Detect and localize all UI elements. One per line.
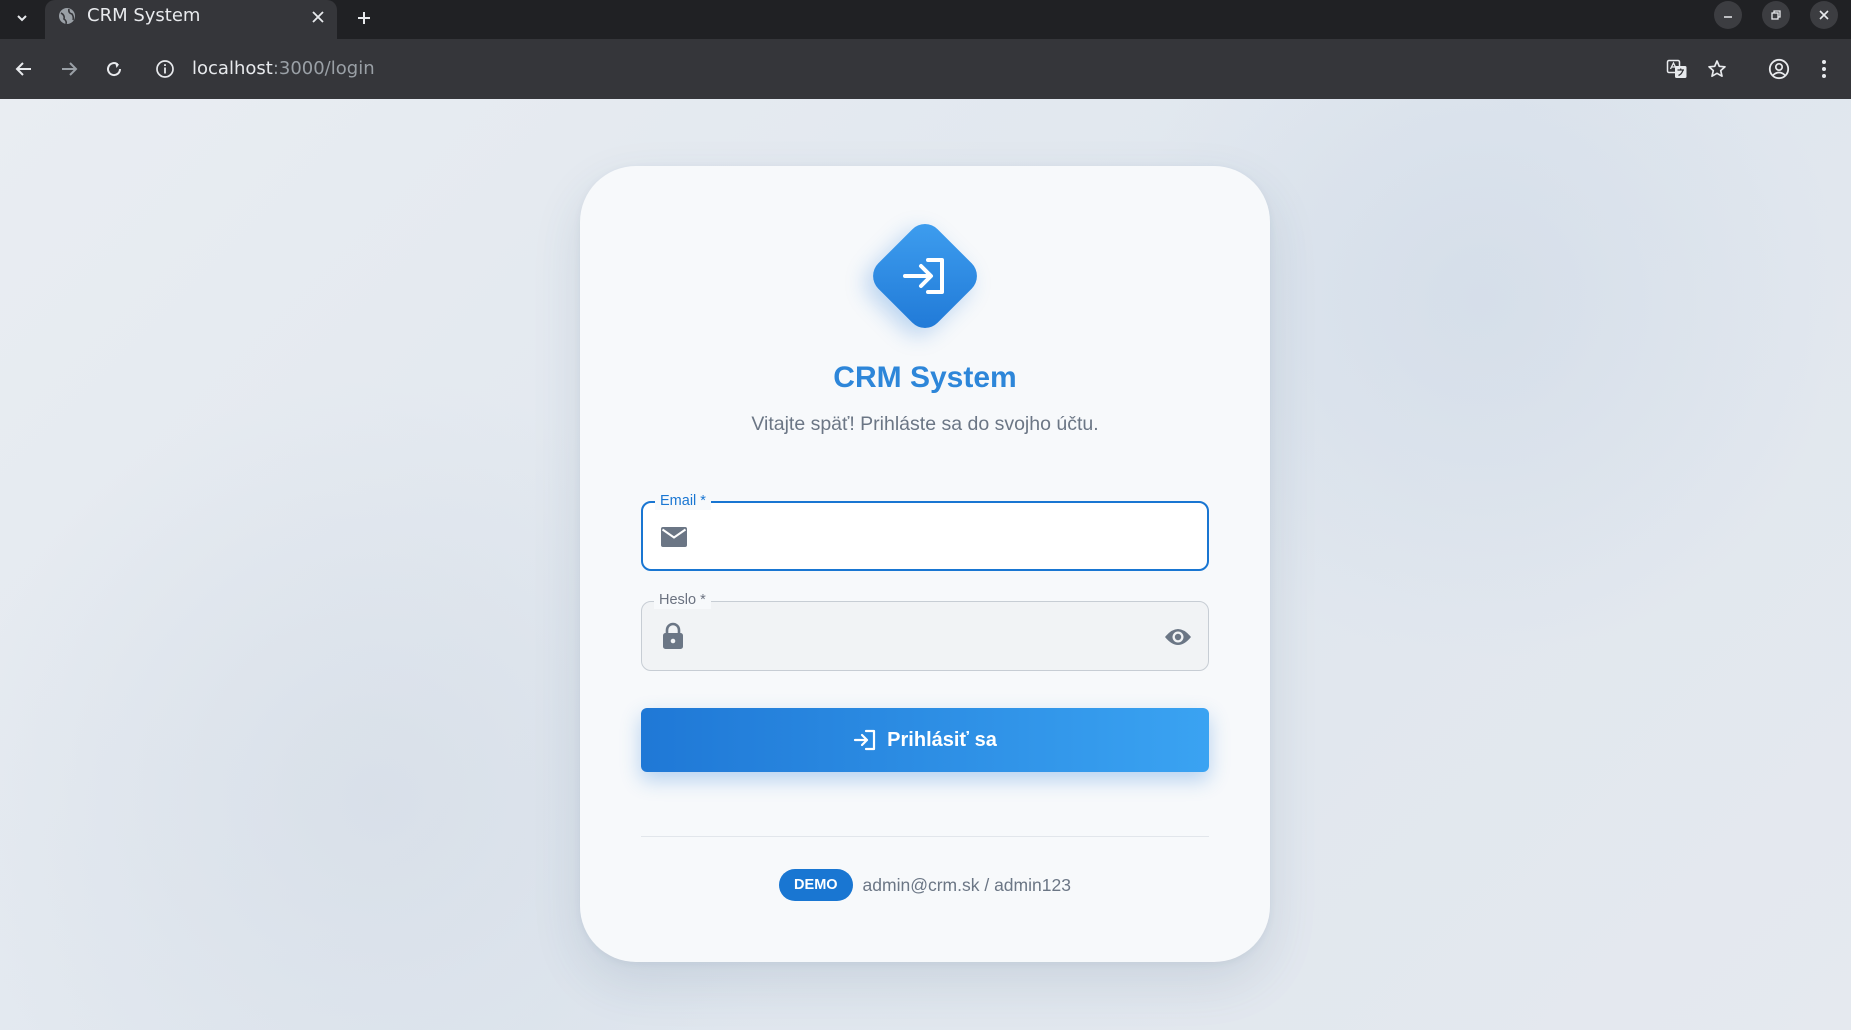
- url-text: localhost:3000/login: [192, 58, 375, 79]
- login-icon: [854, 729, 876, 751]
- page-subtitle: Vitajte späť! Prihláste sa do svojho účt…: [751, 413, 1099, 435]
- password-field[interactable]: Heslo *: [641, 591, 1209, 671]
- page-title: CRM System: [833, 361, 1017, 394]
- browser-menu-button[interactable]: [1808, 53, 1840, 85]
- minimize-icon: [1724, 16, 1732, 18]
- eye-icon[interactable]: [1162, 621, 1194, 653]
- login-card: CRM System Vitajte späť! Prihláste sa do…: [580, 166, 1270, 962]
- app-logo: [863, 214, 987, 338]
- plus-icon: [358, 12, 370, 24]
- forward-button[interactable]: [53, 53, 85, 85]
- demo-credentials-row: DEMO admin@crm.sk / admin123: [580, 868, 1270, 902]
- tab-search-button[interactable]: [8, 4, 36, 32]
- menu-icon: [1822, 60, 1826, 78]
- login-button[interactable]: Prihlásiť sa: [641, 708, 1209, 772]
- profile-button[interactable]: [1763, 53, 1795, 85]
- close-icon[interactable]: [307, 6, 329, 28]
- email-label: Email *: [655, 492, 711, 510]
- translate-button[interactable]: [1661, 53, 1693, 85]
- lock-icon: [659, 622, 687, 650]
- translate-icon: [1666, 59, 1687, 78]
- url-path: :3000/login: [272, 58, 375, 79]
- password-label: Heslo *: [654, 591, 711, 609]
- restore-icon: [1771, 10, 1781, 20]
- reload-icon: [107, 62, 122, 77]
- tab-strip: CRM System: [0, 0, 1851, 39]
- divider: [641, 836, 1209, 837]
- profile-icon: [1768, 58, 1790, 80]
- tab-title: CRM System: [87, 5, 201, 26]
- reload-button[interactable]: [98, 53, 130, 85]
- minimize-button[interactable]: [1712, 1, 1744, 29]
- info-icon[interactable]: [155, 59, 175, 79]
- address-bar[interactable]: localhost:3000/login: [150, 47, 1690, 91]
- forward-icon: [62, 62, 78, 76]
- new-tab-button[interactable]: [350, 4, 378, 32]
- demo-badge: DEMO: [779, 869, 853, 901]
- back-icon: [15, 62, 31, 76]
- back-button[interactable]: [8, 53, 40, 85]
- page-background: CRM System Vitajte späť! Prihláste sa do…: [0, 99, 1851, 1030]
- chevron-down-icon: [17, 15, 27, 22]
- login-button-label: Prihlásiť sa: [887, 728, 997, 751]
- login-icon: [899, 250, 951, 302]
- restore-button[interactable]: [1760, 1, 1792, 29]
- password-input[interactable]: [706, 614, 1150, 658]
- mail-icon: [660, 523, 688, 551]
- close-icon: [1819, 10, 1829, 20]
- url-host: localhost: [192, 58, 273, 79]
- close-window-button[interactable]: [1808, 1, 1840, 29]
- bookmark-button[interactable]: [1701, 53, 1733, 85]
- browser-toolbar: localhost:3000/login: [0, 39, 1851, 99]
- star-icon: [1708, 60, 1726, 78]
- email-field[interactable]: Email *: [641, 492, 1209, 571]
- demo-credentials: admin@crm.sk / admin123: [862, 874, 1071, 895]
- browser-tab[interactable]: CRM System: [45, 0, 337, 39]
- email-input[interactable]: [707, 515, 1151, 559]
- globe-icon: [58, 7, 76, 25]
